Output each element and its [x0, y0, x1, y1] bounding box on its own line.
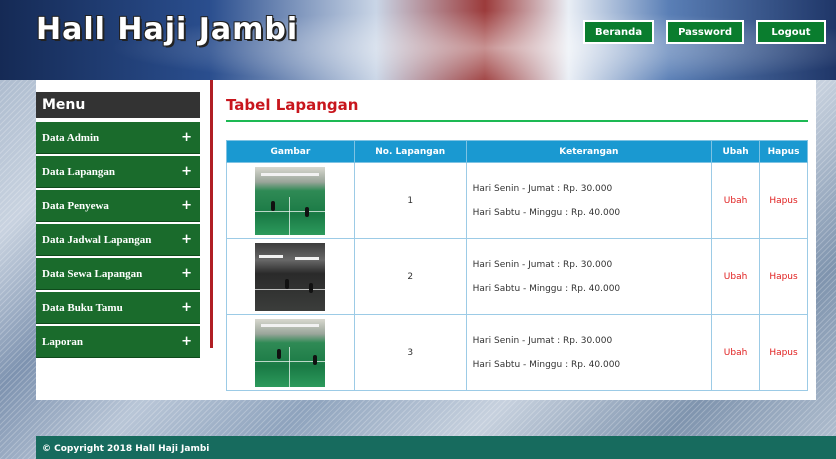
sidebar-item-laporan[interactable]: Laporan + — [36, 326, 200, 358]
sidebar-item-label: Laporan — [42, 335, 83, 348]
sidebar-item-label: Data Lapangan — [42, 165, 116, 178]
table-row: 2 Hari Senin - Jumat : Rp. 30.000 Hari S… — [226, 238, 808, 315]
table-row: 3 Hari Senin - Jumat : Rp. 30.000 Hari S… — [226, 314, 808, 391]
column-header-ubah: Ubah — [711, 140, 761, 163]
sidebar-item-label: Data Admin — [42, 131, 100, 144]
main-content: Tabel Lapangan Gambar No. Lapangan Keter… — [226, 96, 808, 391]
sidebar-item-data-buku-tamu[interactable]: Data Buku Tamu + — [36, 292, 200, 324]
hapus-link[interactable]: Hapus — [769, 196, 797, 206]
column-header-keterangan: Keterangan — [465, 140, 713, 163]
ubah-cell: Ubah — [711, 314, 761, 391]
sidebar-item-label: Data Jadwal Lapangan — [42, 233, 152, 246]
weekday-price: Hari Senin - Jumat : Rp. 30.000 — [472, 259, 613, 270]
table-header-row: Gambar No. Lapangan Keterangan Ubah Hapu… — [226, 140, 808, 163]
plus-icon: + — [181, 130, 192, 145]
court-photo — [255, 166, 326, 235]
weekday-price: Hari Senin - Jumat : Rp. 30.000 — [472, 335, 613, 346]
page-title: Tabel Lapangan — [226, 96, 808, 122]
sidebar-item-label: Data Penyewa — [42, 199, 109, 212]
plus-icon: + — [181, 232, 192, 247]
content-card: Menu Data Admin + Data Lapangan + Data P… — [36, 80, 816, 400]
ubah-link[interactable]: Ubah — [724, 272, 748, 282]
weekday-price: Hari Senin - Jumat : Rp. 30.000 — [472, 183, 613, 194]
ubah-link[interactable]: Ubah — [724, 348, 748, 358]
plus-icon: + — [181, 334, 192, 349]
nav-beranda-button[interactable]: Beranda — [582, 20, 655, 44]
hapus-link[interactable]: Hapus — [769, 348, 797, 358]
weekend-price: Hari Sabtu - Minggu : Rp. 40.000 — [472, 359, 621, 370]
sidebar-item-data-penyewa[interactable]: Data Penyewa + — [36, 190, 200, 222]
weekend-price: Hari Sabtu - Minggu : Rp. 40.000 — [472, 283, 621, 294]
hapus-link[interactable]: Hapus — [769, 272, 797, 282]
plus-icon: + — [181, 300, 192, 315]
court-photo — [255, 242, 326, 311]
plus-icon: + — [181, 198, 192, 213]
plus-icon: + — [181, 164, 192, 179]
gambar-cell — [226, 314, 355, 391]
ubah-cell: Ubah — [711, 162, 761, 239]
site-title: Hall Haji Jambi — [36, 12, 299, 47]
court-photo — [255, 318, 326, 387]
ubah-cell: Ubah — [711, 238, 761, 315]
lapangan-table: Gambar No. Lapangan Keterangan Ubah Hapu… — [226, 140, 808, 391]
keterangan-cell: Hari Senin - Jumat : Rp. 30.000 Hari Sab… — [465, 162, 713, 239]
sidebar-item-data-jadwal-lapangan[interactable]: Data Jadwal Lapangan + — [36, 224, 200, 256]
column-header-hapus: Hapus — [759, 140, 808, 163]
top-nav: Beranda Password Logout — [582, 20, 826, 44]
table-row: 1 Hari Senin - Jumat : Rp. 30.000 Hari S… — [226, 162, 808, 239]
hapus-cell: Hapus — [759, 238, 808, 315]
sidebar-menu: Menu Data Admin + Data Lapangan + Data P… — [36, 92, 200, 360]
no-lapangan-cell: 1 — [353, 162, 467, 239]
sidebar-item-label: Data Sewa Lapangan — [42, 267, 143, 280]
hapus-cell: Hapus — [759, 162, 808, 239]
sidebar-item-data-sewa-lapangan[interactable]: Data Sewa Lapangan + — [36, 258, 200, 290]
no-lapangan-cell: 2 — [353, 238, 467, 315]
copyright-text: © Copyright 2018 Hall Haji Jambi — [42, 444, 210, 454]
sidebar-divider — [210, 80, 213, 348]
nav-password-button[interactable]: Password — [666, 20, 744, 44]
sidebar-item-data-admin[interactable]: Data Admin + — [36, 122, 200, 154]
keterangan-cell: Hari Senin - Jumat : Rp. 30.000 Hari Sab… — [465, 314, 713, 391]
menu-heading: Menu — [36, 92, 200, 118]
column-header-gambar: Gambar — [226, 140, 355, 163]
no-lapangan-cell: 3 — [353, 314, 467, 391]
column-header-no-lapangan: No. Lapangan — [353, 140, 467, 163]
gambar-cell — [226, 238, 355, 315]
sidebar-item-data-lapangan[interactable]: Data Lapangan + — [36, 156, 200, 188]
nav-logout-button[interactable]: Logout — [756, 20, 826, 44]
plus-icon: + — [181, 266, 192, 281]
keterangan-cell: Hari Senin - Jumat : Rp. 30.000 Hari Sab… — [465, 238, 713, 315]
ubah-link[interactable]: Ubah — [724, 196, 748, 206]
sidebar-item-label: Data Buku Tamu — [42, 301, 123, 314]
gambar-cell — [226, 162, 355, 239]
footer: © Copyright 2018 Hall Haji Jambi — [36, 436, 836, 459]
hapus-cell: Hapus — [759, 314, 808, 391]
weekend-price: Hari Sabtu - Minggu : Rp. 40.000 — [472, 207, 621, 218]
